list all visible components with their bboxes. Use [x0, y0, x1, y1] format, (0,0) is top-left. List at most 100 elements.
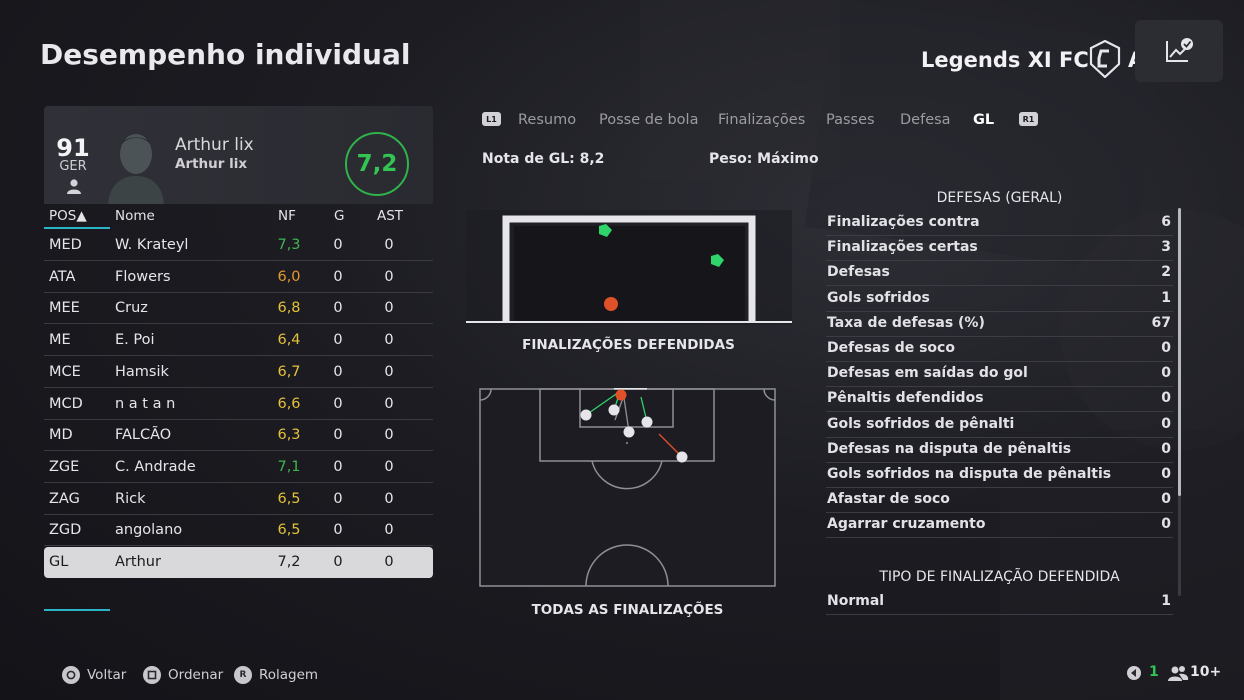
- stat-label: Defesas em saídas do gol: [827, 365, 1028, 382]
- player-goals: 0: [333, 554, 343, 570]
- shot-type-row: Normal 1: [826, 590, 1173, 615]
- player-rating: 7,2: [277, 554, 301, 570]
- goal-diagram-caption: FINALIZAÇÕES DEFENDIDAS: [522, 337, 735, 353]
- player-goals: 0: [333, 522, 343, 539]
- saves-stats-title: DEFESAS (GERAL): [936, 190, 1063, 206]
- col-g-header[interactable]: G: [334, 208, 344, 224]
- stat-label: Finalizações certas: [827, 239, 978, 256]
- table-row[interactable]: ZGD angolano 6,5 0 0: [44, 515, 433, 547]
- table-row[interactable]: GL Arthur 7,2 0 0: [44, 547, 433, 578]
- sort-label: Ordenar: [168, 667, 224, 683]
- stat-label: Gols sofridos na disputa de pênaltis: [827, 466, 1112, 482]
- table-row[interactable]: MED W. Krateyl 7,3 0 0: [44, 230, 433, 261]
- table-row[interactable]: MCE Hamsik 6,7 0 0: [44, 357, 433, 388]
- player-row-name: Flowers: [115, 268, 171, 285]
- player-goals: 0: [333, 237, 343, 253]
- tab-finalizacoes[interactable]: Finalizações: [718, 112, 805, 128]
- tab-passes[interactable]: Passes: [826, 112, 875, 128]
- performance-stats-button[interactable]: [1135, 20, 1223, 82]
- table-row[interactable]: MEE Cruz 6,8 0 0: [44, 293, 433, 325]
- tab-gl[interactable]: GL: [973, 112, 994, 128]
- player-overall: 91: [56, 134, 90, 162]
- shot-type-title: TIPO DE FINALIZAÇÃO DEFENDIDA: [879, 569, 1120, 585]
- sort-button[interactable]: Ordenar: [143, 660, 223, 690]
- shot-marker: [676, 451, 688, 463]
- player-assists: 0: [384, 554, 394, 570]
- player-row-name: FALCÃO: [115, 427, 172, 444]
- stat-value: 2: [1161, 264, 1171, 281]
- pitch-map-caption: TODAS AS FINALIZAÇÕES: [531, 602, 724, 618]
- stat-label: Afastar de soco: [827, 491, 950, 508]
- player-name: Arthur lix: [175, 135, 254, 155]
- table-row[interactable]: ZGE C. Andrade 7,1 0 0: [44, 452, 433, 483]
- stat-value: 0: [1161, 390, 1171, 407]
- club-name: Legends XI FC: [921, 48, 1089, 72]
- player-row-name: Rick: [115, 490, 146, 507]
- player-rating: 7,3: [277, 237, 301, 253]
- player-goals: 0: [333, 395, 343, 412]
- shot-marker: [608, 404, 620, 416]
- stat-label: Defesas na disputa de pênaltis: [827, 440, 1072, 457]
- gk-rating: Nota de GL: 8,2: [482, 151, 605, 167]
- tab-defesa[interactable]: Defesa: [900, 112, 951, 128]
- right-stick-icon: R: [234, 666, 252, 684]
- stat-label: Taxa de defesas (%): [827, 314, 985, 331]
- stat-row: Gols sofridos de pênalti 0: [826, 413, 1173, 438]
- back-button[interactable]: Voltar: [62, 660, 126, 690]
- player-rating: 6,8: [277, 300, 301, 317]
- person-icon: [67, 179, 81, 194]
- player-rating: 6,0: [277, 268, 301, 285]
- all-shots-pitch-map: [479, 388, 776, 587]
- col-pos-header[interactable]: POS▲: [49, 208, 87, 224]
- player-rating: 6,6: [277, 395, 301, 412]
- l1-trigger-icon: L1: [482, 112, 501, 126]
- col-name-header[interactable]: Nome: [115, 208, 155, 224]
- player-position: ZGD: [49, 522, 82, 539]
- stat-value: 0: [1161, 516, 1171, 533]
- player-row-name: Cruz: [115, 300, 148, 317]
- stat-value: 0: [1161, 491, 1171, 508]
- player-position: MED: [49, 237, 82, 253]
- stat-label: Finalizações contra: [827, 214, 980, 230]
- player-position: GL: [49, 554, 69, 570]
- player-goals: 0: [333, 268, 343, 285]
- table-row[interactable]: ME E. Poi 6,4 0 0: [44, 325, 433, 357]
- player-card: 91 GER Arthur lix Arthur lix 7,2: [44, 106, 433, 204]
- stats-scrollbar-thumb[interactable]: [1178, 208, 1181, 496]
- table-row[interactable]: ZAG Rick 6,5 0 0: [44, 484, 433, 515]
- col-nf-header[interactable]: NF: [278, 208, 296, 224]
- player-rating: 6,3: [277, 427, 301, 444]
- player-rating: 6,7: [277, 363, 301, 380]
- page-title: Desempenho individual: [40, 38, 411, 71]
- stat-label: Defesas de soco: [827, 340, 955, 356]
- stat-label: Gols sofridos: [827, 289, 930, 306]
- stat-row: Finalizações certas 3: [826, 236, 1173, 262]
- list-scroll-indicator: [44, 609, 110, 611]
- col-ast-header[interactable]: AST: [377, 208, 403, 224]
- player-rating: 7,1: [277, 458, 301, 475]
- chart-check-icon: [1166, 38, 1193, 62]
- table-row[interactable]: MD FALCÃO 6,3 0 0: [44, 420, 433, 452]
- player-list-panel: 91 GER Arthur lix Arthur lix 7,2 POS▲ No…: [44, 106, 433, 612]
- player-row-name: Arthur: [115, 554, 161, 570]
- player-goals: 0: [333, 332, 343, 349]
- shot-type-value: 1: [1161, 593, 1171, 609]
- shot-marker: [641, 416, 653, 428]
- stat-row: Pênaltis defendidos 0: [826, 387, 1173, 413]
- stat-row: Defesas 2: [826, 261, 1173, 287]
- stat-row: Defesas de soco 0: [826, 337, 1173, 362]
- scroll-button[interactable]: R Rolagem: [234, 660, 318, 690]
- players-count: 10+: [1190, 664, 1222, 680]
- shot-marker: [580, 409, 592, 421]
- table-row[interactable]: ATA Flowers 6,0 0 0: [44, 262, 433, 293]
- table-row[interactable]: MCD n a t a n 6,6 0 0: [44, 389, 433, 420]
- player-subname: Arthur lix: [175, 156, 248, 172]
- player-position: MCE: [49, 363, 81, 380]
- stat-label: Agarrar cruzamento: [827, 516, 986, 533]
- tab-resumo[interactable]: Resumo: [518, 112, 576, 128]
- player-position: ZGE: [49, 458, 80, 475]
- tab-posse-de-bola[interactable]: Posse de bola: [599, 112, 698, 128]
- stat-value: 0: [1161, 440, 1171, 457]
- stat-row: Afastar de soco 0: [826, 488, 1173, 514]
- goal-ball-icon: [604, 297, 618, 311]
